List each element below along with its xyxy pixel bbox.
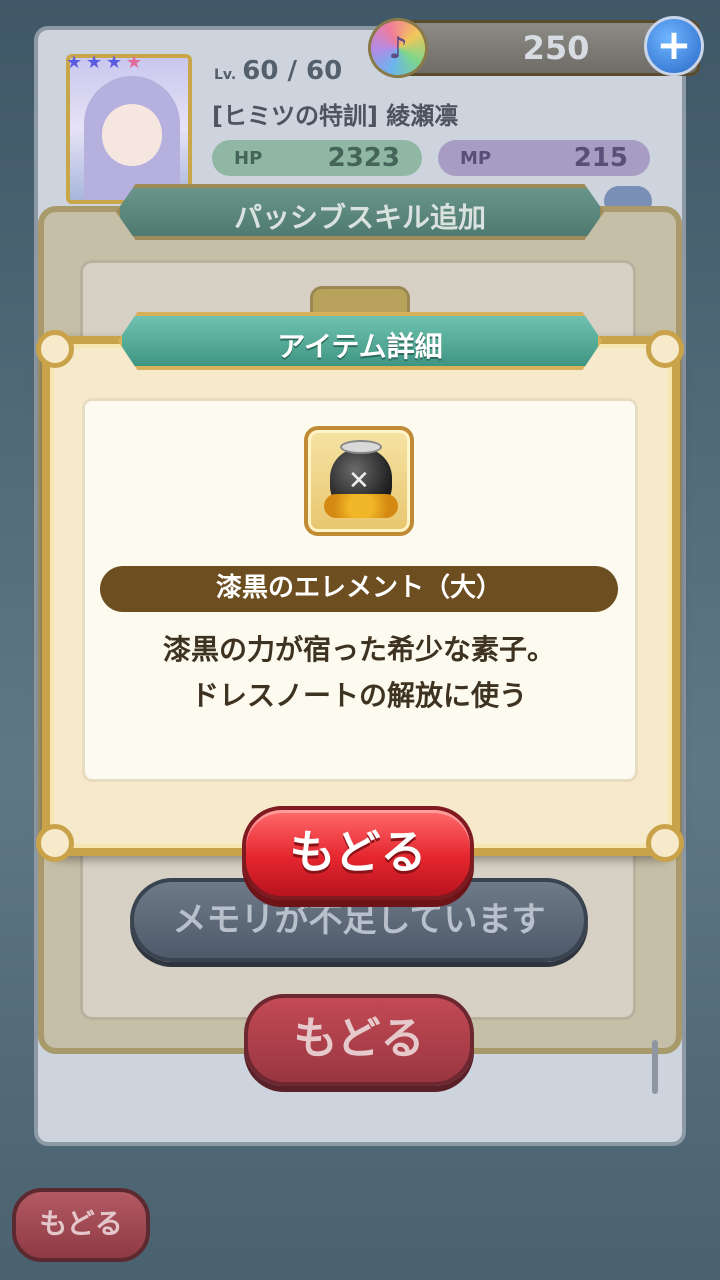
mp-label: MP [460, 147, 492, 169]
hp-value: 2323 [327, 143, 400, 173]
star-icon: ★ [106, 52, 123, 73]
level-tag: Lv. [214, 67, 237, 83]
level-line: Lv. 60 / 60 [214, 56, 342, 86]
passive-skill-title-ribbon: パッシブスキル追加 [116, 184, 604, 240]
plus-icon: + [656, 20, 692, 69]
star-icon: ★ [66, 52, 83, 73]
scrollbar[interactable] [652, 1040, 658, 1094]
character-portrait [66, 54, 192, 204]
portrait-face [102, 104, 162, 166]
dialog-corner-ornament [36, 824, 74, 862]
passive-skill-title: パッシブスキル追加 [233, 201, 486, 234]
star-icon: ★ [86, 52, 103, 73]
flower-ornament-icon [324, 494, 398, 518]
dialog-corner-ornament [646, 824, 684, 862]
character-name: [ヒミツの特訓] 綾瀬凛 [212, 102, 459, 130]
hp-label: HP [234, 147, 263, 169]
item-description-line2: ドレスノートの解放に使う [190, 679, 527, 712]
item-description-line1: 漆黒の力が宿った希少な素子。 [162, 633, 555, 666]
hp-stat: HP 2323 [212, 140, 422, 176]
item-name: 漆黒のエレメント（大） [100, 566, 618, 612]
footer-back-button[interactable]: もどる [12, 1188, 150, 1262]
rarity-stars: ★ ★ ★ ★ [66, 54, 144, 72]
currency-value: 250 [522, 29, 590, 67]
star-icon: ★ [126, 52, 143, 73]
jar-lid [340, 440, 382, 454]
mp-value: 215 [573, 143, 628, 173]
level-value: 60 / 60 [242, 56, 343, 86]
dialog-corner-ornament [36, 330, 74, 368]
item-detail-title: アイテム詳細 [277, 330, 443, 363]
add-currency-button[interactable]: + [644, 16, 704, 76]
mp-stat: MP 215 [438, 140, 650, 176]
item-back-button[interactable]: もどる [242, 806, 474, 900]
jar-emblem: ✕ [348, 466, 370, 496]
item-detail-title-ribbon: アイテム詳細 [118, 312, 602, 370]
dialog-corner-ornament [646, 330, 684, 368]
passive-back-button[interactable]: もどる [244, 994, 474, 1086]
item-icon-frame: ✕ [304, 426, 414, 536]
